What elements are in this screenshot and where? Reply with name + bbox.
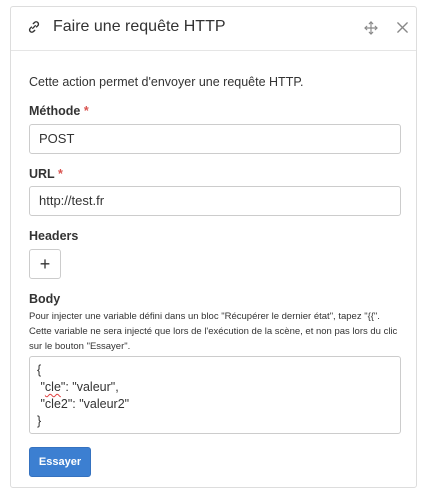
url-required-mark: * (57, 167, 63, 181)
url-label-text: URL (29, 167, 55, 181)
method-field[interactable]: POST (29, 124, 401, 154)
link-icon (28, 21, 40, 33)
http-request-card: Faire une requête HTTP Cette action perm… (10, 6, 417, 488)
move-icon[interactable] (364, 21, 378, 35)
body-line: "cle": "valeur", (37, 380, 119, 394)
url-label: URL * (29, 167, 63, 181)
try-button[interactable]: Essayer (29, 447, 91, 477)
plus-icon: + (39, 254, 51, 274)
body-line: } (37, 414, 42, 428)
body-key: cle (44, 380, 61, 394)
body-help-text: Pour injecter une variable défini dans u… (29, 311, 398, 352)
headers-label: Headers (29, 229, 79, 243)
body-line: { (37, 363, 42, 377)
body-label: Body (29, 292, 61, 306)
body-line-rest: : "valeur", (65, 380, 119, 394)
action-description: Cette action permet d'envoyer une requêt… (29, 75, 304, 89)
body-line: "cle2": "valeur2" (37, 396, 393, 413)
dialog-title: Faire une requête HTTP (53, 18, 226, 35)
url-field[interactable]: http://test.fr (29, 186, 401, 216)
method-required-mark: * (83, 104, 89, 118)
body-textarea[interactable]: { "cle": "valeur", "cle2": "valeur2"} (29, 356, 401, 434)
method-label-text: Méthode (29, 104, 81, 118)
close-icon[interactable] (396, 21, 409, 34)
card-header: Faire une requête HTTP (11, 7, 416, 51)
body-line-text: "cle2": "valeur2" (40, 397, 130, 411)
method-label: Méthode * (29, 104, 89, 118)
add-header-button[interactable]: + (29, 249, 61, 279)
